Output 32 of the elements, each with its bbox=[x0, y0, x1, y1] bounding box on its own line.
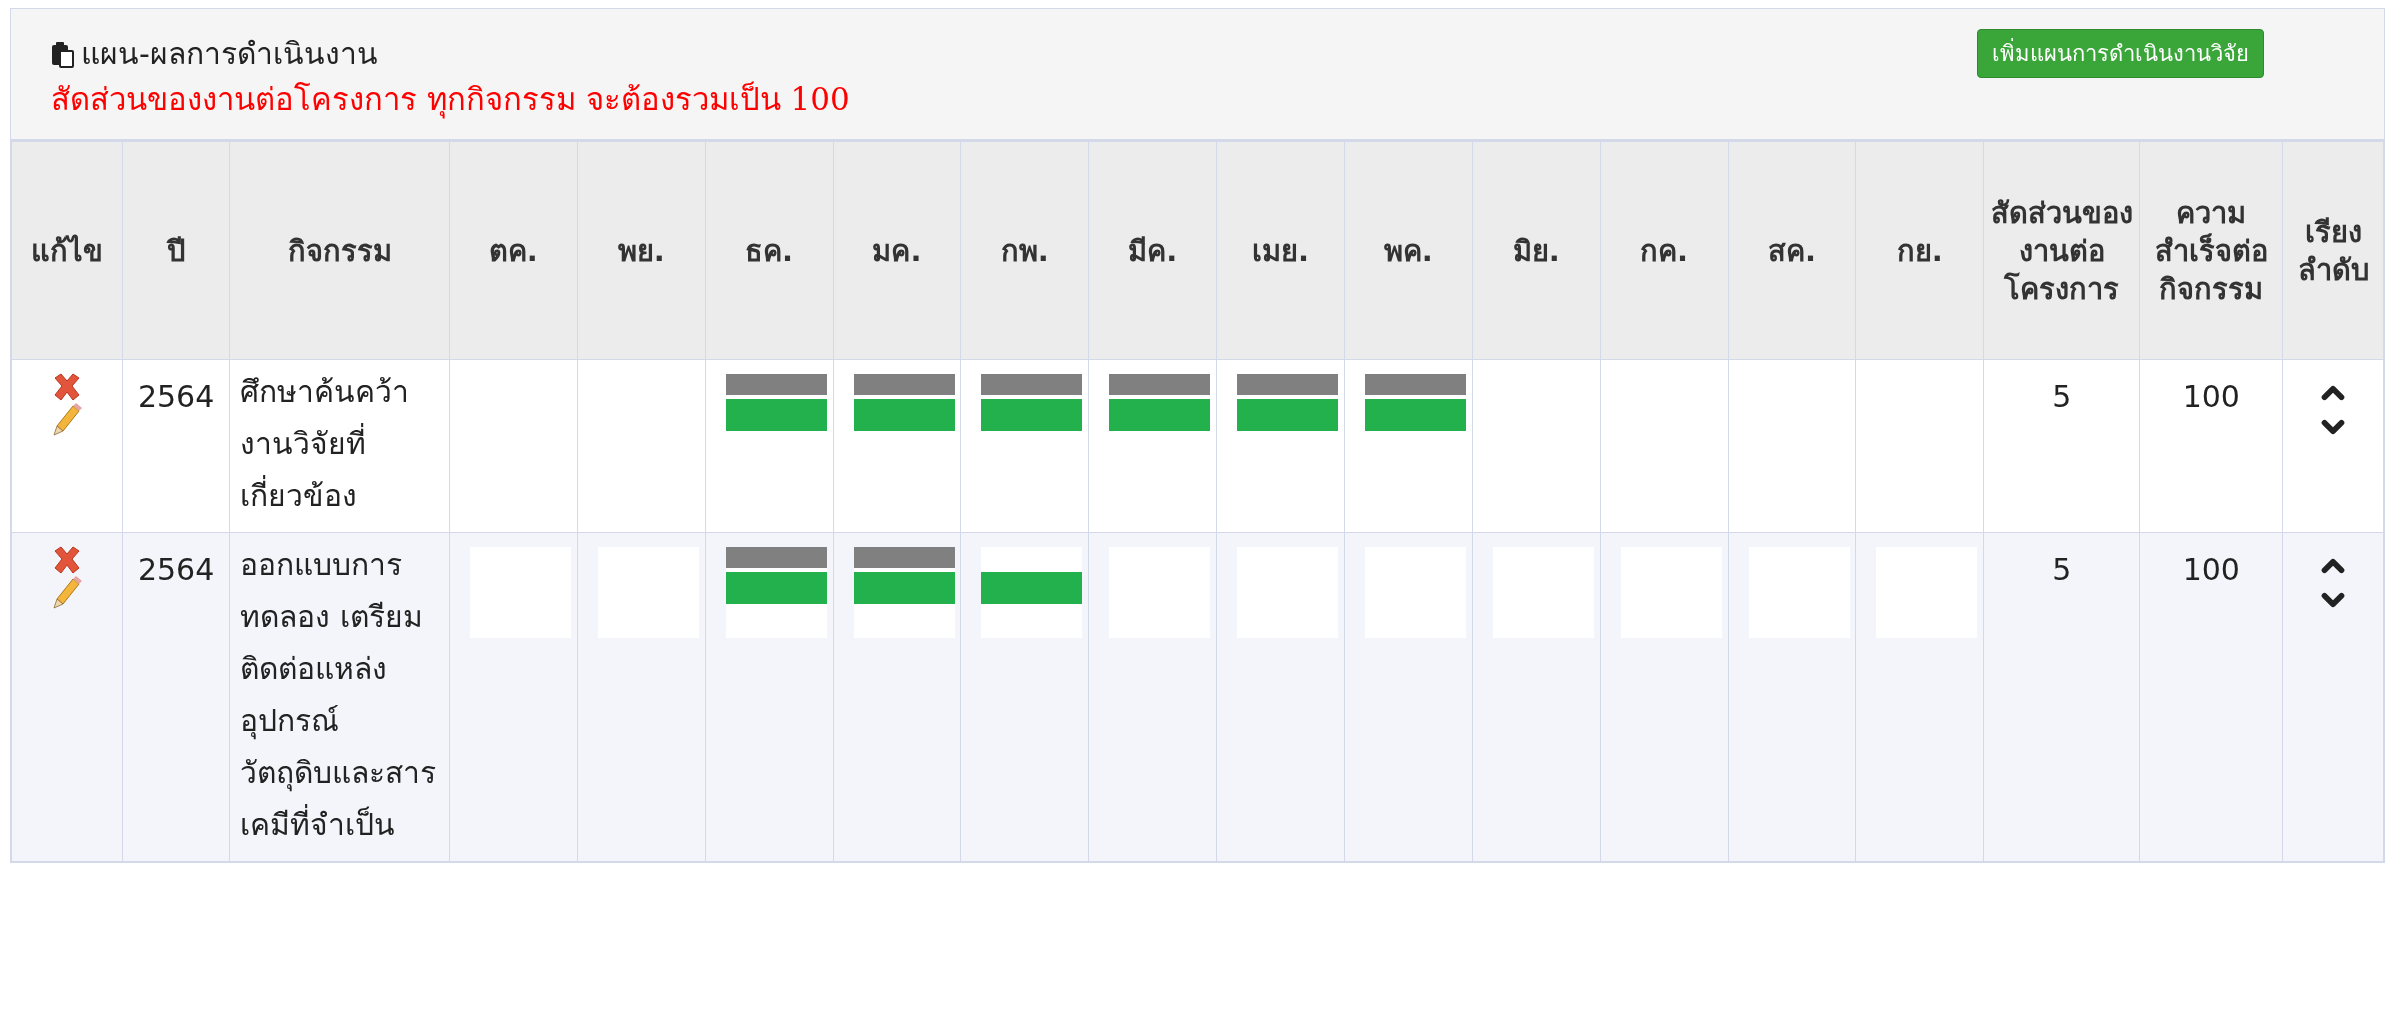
column-header: สัดส่วนของงานต่อโครงการ bbox=[1983, 141, 2140, 360]
column-header: สค. bbox=[1728, 141, 1856, 360]
column-header: กิจกรรม bbox=[229, 141, 450, 360]
column-header: กค. bbox=[1600, 141, 1728, 360]
year-cell: 2564 bbox=[122, 359, 230, 533]
column-header: เรียงลำดับ bbox=[2282, 141, 2384, 360]
column-header: มิย. bbox=[1472, 141, 1601, 360]
column-header: ความสำเร็จต่อกิจกรรม bbox=[2139, 141, 2283, 360]
notice-text: สัดส่วนของงานต่อโครงการ ทุกกิจกรรม จะต้องรวมเป็น 100 bbox=[51, 80, 850, 121]
column-header: มค. bbox=[833, 141, 961, 360]
share-cell: 5 bbox=[1983, 532, 2140, 862]
panel-title: แผน-ผลการดำเนินงาน bbox=[81, 35, 378, 73]
year-cell: 2564 bbox=[122, 532, 230, 862]
column-header: กย. bbox=[1855, 141, 1984, 360]
pencil-icon[interactable] bbox=[50, 402, 83, 436]
pencil-icon[interactable] bbox=[50, 575, 83, 609]
column-header: กพ. bbox=[960, 141, 1089, 360]
share-cell: 5 bbox=[1983, 359, 2140, 533]
column-header: พค. bbox=[1344, 141, 1473, 360]
column-header: มีค. bbox=[1088, 141, 1217, 360]
success-cell: 100 bbox=[2139, 532, 2283, 862]
column-header: ตค. bbox=[449, 141, 578, 360]
clipboard-icon bbox=[51, 39, 75, 68]
column-header: แก้ไข bbox=[11, 141, 123, 360]
success-cell: 100 bbox=[2139, 359, 2283, 533]
column-header: ปี bbox=[122, 141, 230, 360]
add-plan-button[interactable]: เพิ่มแผนการดำเนินงานวิจัย bbox=[1977, 29, 2264, 78]
column-header: พย. bbox=[577, 141, 706, 360]
column-header: ธค. bbox=[705, 141, 833, 360]
activity-cell: ออกแบบการทดลอง เตรียม ติดต่อแหล่งอุปกรณ์ วัตถุดิบและสารเคมีที่จำเป็น bbox=[229, 532, 450, 862]
column-header: เมย. bbox=[1216, 141, 1345, 360]
activity-cell: ศึกษาค้นคว้างานวิจัยที่เกี่ยวข้อง bbox=[229, 359, 450, 533]
